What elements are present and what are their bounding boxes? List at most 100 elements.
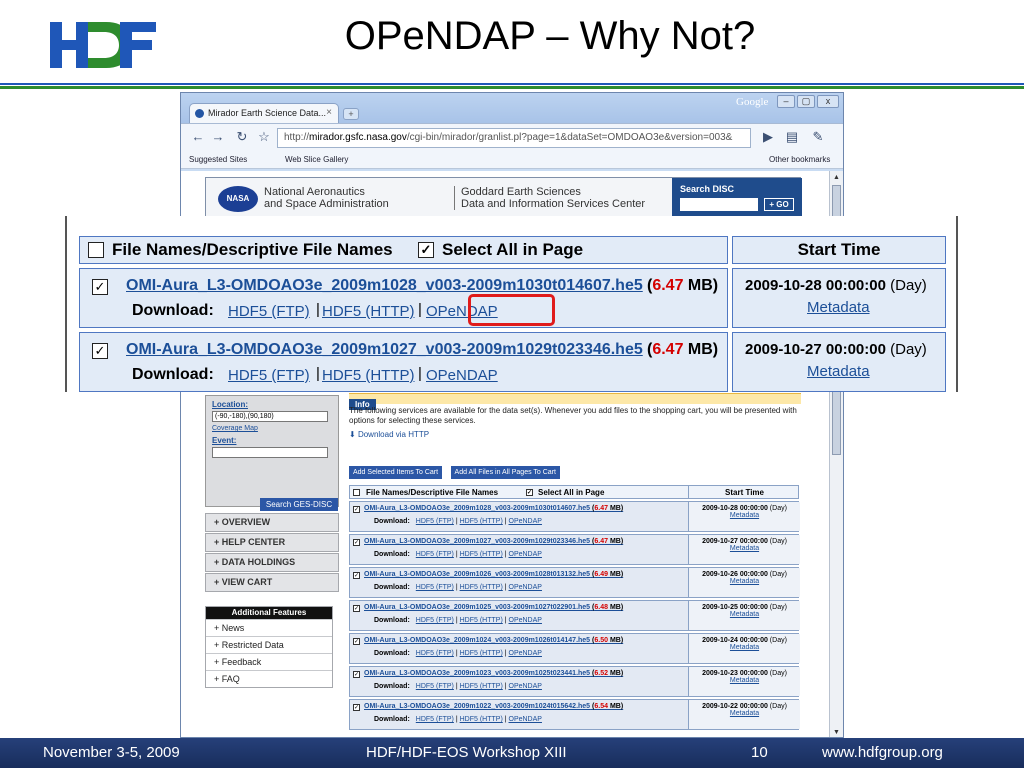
opendap-link[interactable]: OPeNDAP [509, 683, 542, 690]
zoom-row-2-checkbox[interactable]: ✓ [92, 343, 108, 359]
row-checkbox[interactable]: ✓ [353, 539, 360, 546]
search-ges-disc-button[interactable]: Search GES-DISC [260, 498, 338, 511]
zoom-row-2-metadata-link[interactable]: Metadata [807, 363, 870, 380]
wrench-icon[interactable]: ✎ [809, 128, 827, 146]
row-checkbox[interactable]: ✓ [353, 506, 360, 513]
feature-faq[interactable]: + FAQ [206, 670, 332, 687]
hdf5-http-link[interactable]: HDF5 (HTTP) [460, 518, 503, 525]
file-link[interactable]: OMI-Aura_L3-OMDOAO3e_2009m1028_v003-2009… [364, 505, 623, 512]
back-icon[interactable]: ← [189, 128, 207, 146]
hdf5-http-link[interactable]: HDF5 (HTTP) [460, 617, 503, 624]
row-checkbox[interactable]: ✓ [353, 671, 360, 678]
opendap-link[interactable]: OPeNDAP [509, 650, 542, 657]
scroll-up-icon[interactable]: ▲ [831, 172, 842, 183]
nav-view-cart[interactable]: + VIEW CART [205, 573, 339, 592]
coverage-map-link[interactable]: Coverage Map [212, 425, 332, 432]
zoom-filenames-checkbox[interactable] [88, 242, 104, 258]
address-bar[interactable]: http://mirador.gsfc.nasa.gov/cgi-bin/mir… [277, 128, 751, 148]
nav-overview[interactable]: + OVERVIEW [205, 513, 339, 532]
download-via-http-link[interactable]: ⬇ Download via HTTP [349, 430, 801, 439]
bookmark-other[interactable]: Other bookmarks [769, 155, 830, 164]
reload-icon[interactable]: ↻ [233, 128, 251, 146]
metadata-link[interactable]: Metadata [689, 512, 800, 519]
hdf5-ftp-link[interactable]: HDF5 (FTP) [416, 551, 454, 558]
file-link[interactable]: OMI-Aura_L3-OMDOAO3e_2009m1024_v003-2009… [364, 637, 623, 644]
granule-table-header: File Names/Descriptive File Names ✓ Sele… [349, 485, 799, 499]
opendap-link[interactable]: OPeNDAP [509, 518, 542, 525]
info-text: The following services are available for… [349, 406, 797, 425]
location-input[interactable]: (-90,-180),(90,180) [212, 411, 328, 422]
zoom-row-1-metadata-link[interactable]: Metadata [807, 299, 870, 316]
row-checkbox[interactable]: ✓ [353, 704, 360, 711]
hdf5-http-link[interactable]: HDF5 (HTTP) [460, 716, 503, 723]
page-menu-icon[interactable]: ▤ [783, 128, 801, 146]
row-checkbox[interactable]: ✓ [353, 572, 360, 579]
feature-restricted-data[interactable]: + Restricted Data [206, 636, 332, 653]
bookmark-web-slice-gallery[interactable]: Web Slice Gallery [285, 155, 348, 164]
download-icon: ⬇ [349, 430, 358, 439]
add-selected-to-cart-button[interactable]: Add Selected Items To Cart [349, 466, 443, 479]
zoom-row-2-file-link[interactable]: OMI-Aura_L3-OMDOAO3e_2009m1027_v003-2009… [126, 341, 643, 359]
zoom-row-1-checkbox[interactable]: ✓ [92, 279, 108, 295]
scroll-down-icon[interactable]: ▼ [831, 727, 842, 737]
file-link[interactable]: OMI-Aura_L3-OMDOAO3e_2009m1027_v003-2009… [364, 538, 623, 545]
row-checkbox[interactable]: ✓ [353, 638, 360, 645]
hdf5-http-link[interactable]: HDF5 (HTTP) [460, 683, 503, 690]
metadata-link[interactable]: Metadata [689, 677, 800, 684]
hdf5-http-link[interactable]: HDF5 (HTTP) [460, 584, 503, 591]
opendap-link[interactable]: OPeNDAP [509, 716, 542, 723]
hdf5-http-link[interactable]: HDF5 (HTTP) [460, 551, 503, 558]
minimize-icon[interactable]: – [777, 95, 795, 108]
metadata-link[interactable]: Metadata [689, 611, 800, 618]
nav-help-center[interactable]: + HELP CENTER [205, 533, 339, 552]
metadata-link[interactable]: Metadata [689, 644, 800, 651]
zoom-select-all-checkbox[interactable]: ✓ [418, 242, 434, 258]
hdf5-ftp-link[interactable]: HDF5 (FTP) [416, 584, 454, 591]
opendap-link[interactable]: OPeNDAP [509, 617, 542, 624]
search-go-button[interactable]: + GO [764, 198, 794, 211]
search-disc-input[interactable] [680, 198, 758, 211]
feature-feedback[interactable]: + Feedback [206, 653, 332, 670]
nav-data-holdings[interactable]: + DATA HOLDINGS [205, 553, 339, 572]
hdf5-ftp-link[interactable]: HDF5 (FTP) [416, 617, 454, 624]
metadata-link[interactable]: Metadata [689, 545, 800, 552]
zoom-row-2-opendap-link[interactable]: OPeNDAP [426, 367, 498, 384]
zoom-row-1-hdf5-ftp-link[interactable]: HDF5 (FTP) [228, 303, 310, 320]
select-all-checkbox[interactable]: ✓ [526, 489, 533, 496]
go-icon[interactable]: ▶ [759, 128, 777, 146]
hdf5-ftp-link[interactable]: HDF5 (FTP) [416, 518, 454, 525]
zoom-row-1-hdf5-http-link[interactable]: HDF5 (HTTP) [322, 303, 415, 320]
add-all-to-cart-button[interactable]: Add All Files in All Pages To Cart [450, 466, 560, 479]
feature-news[interactable]: + News [206, 619, 332, 636]
tab-close-icon[interactable]: × [326, 107, 332, 118]
download-links: Download: HDF5 (FTP) | HDF5 (HTTP) | OPeN… [374, 683, 542, 690]
file-link[interactable]: OMI-Aura_L3-OMDOAO3e_2009m1023_v003-2009… [364, 670, 623, 677]
zoom-row-2-hdf5-http-link[interactable]: HDF5 (HTTP) [322, 367, 415, 384]
hdf5-http-link[interactable]: HDF5 (HTTP) [460, 650, 503, 657]
bookmark-suggested-sites[interactable]: Suggested Sites [189, 155, 247, 164]
file-link[interactable]: OMI-Aura_L3-OMDOAO3e_2009m1025_v003-2009… [364, 604, 623, 611]
metadata-link[interactable]: Metadata [689, 710, 800, 717]
location-label[interactable]: Location: [212, 400, 332, 409]
file-link[interactable]: OMI-Aura_L3-OMDOAO3e_2009m1022_v003-2009… [364, 703, 623, 710]
opendap-link[interactable]: OPeNDAP [509, 584, 542, 591]
star-icon[interactable]: ☆ [255, 128, 273, 146]
opendap-link[interactable]: OPeNDAP [509, 551, 542, 558]
close-window-icon[interactable]: x [817, 95, 839, 108]
file-link[interactable]: OMI-Aura_L3-OMDOAO3e_2009m1026_v003-2009… [364, 571, 623, 578]
new-tab-button[interactable]: + [343, 108, 359, 120]
browser-tab[interactable]: Mirador Earth Science Data... × [189, 103, 339, 123]
zoom-row-1-file-link[interactable]: OMI-Aura_L3-OMDOAO3e_2009m1028_v003-2009… [126, 277, 643, 295]
hdf5-ftp-link[interactable]: HDF5 (FTP) [416, 650, 454, 657]
metadata-link[interactable]: Metadata [689, 578, 800, 585]
event-input[interactable] [212, 447, 328, 458]
event-label[interactable]: Event: [212, 436, 332, 445]
row-checkbox[interactable]: ✓ [353, 605, 360, 612]
forward-icon[interactable]: → [209, 128, 227, 146]
zoom-row-2-hdf5-ftp-link[interactable]: HDF5 (FTP) [228, 367, 310, 384]
filenames-checkbox[interactable] [353, 489, 360, 496]
table-row: ✓ OMI-Aura_L3-OMDOAO3e_2009m1024_v003-200… [349, 633, 800, 664]
maximize-icon[interactable]: ▢ [797, 95, 815, 108]
hdf5-ftp-link[interactable]: HDF5 (FTP) [416, 716, 454, 723]
hdf5-ftp-link[interactable]: HDF5 (FTP) [416, 683, 454, 690]
